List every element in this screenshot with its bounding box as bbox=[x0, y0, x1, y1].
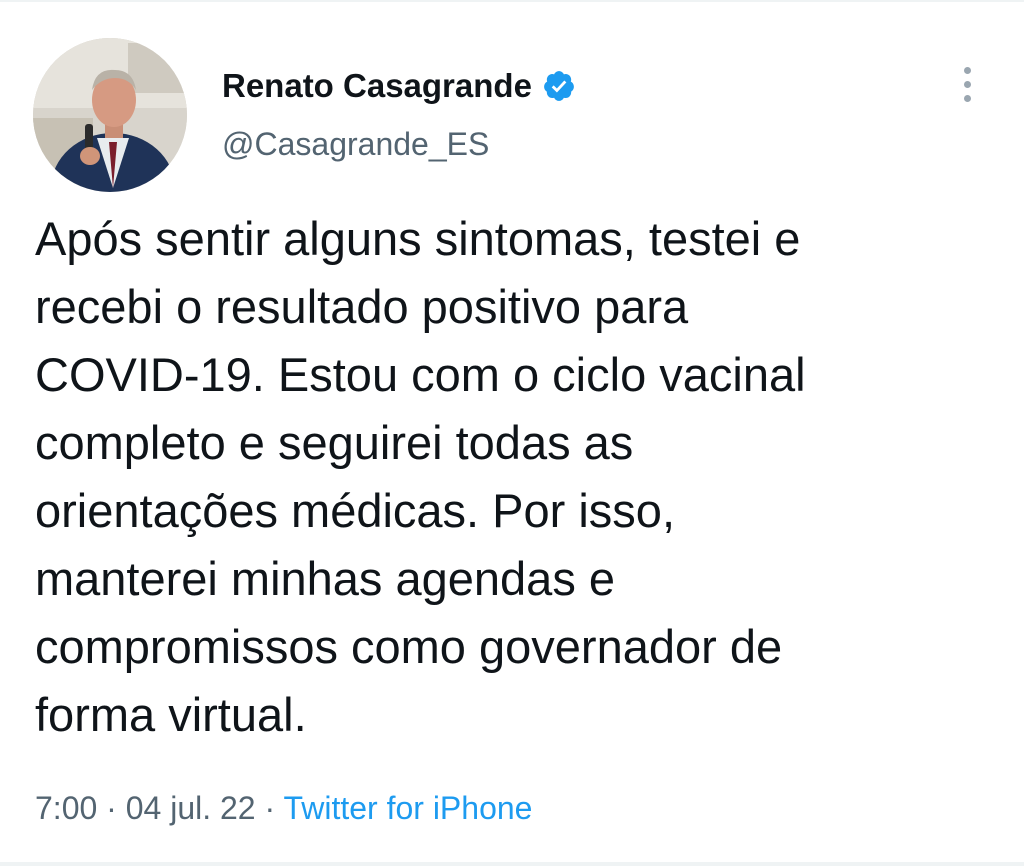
author-display-name[interactable]: Renato Casagrande bbox=[222, 66, 532, 106]
avatar[interactable] bbox=[33, 38, 187, 192]
tweet-source-link[interactable]: Twitter for iPhone bbox=[283, 790, 532, 826]
bottom-divider bbox=[0, 862, 1024, 866]
tweet-metadata: 7:00 · 04 jul. 22 · Twitter for iPhone bbox=[35, 786, 532, 830]
verified-badge-icon bbox=[542, 69, 576, 103]
more-dot bbox=[963, 80, 971, 88]
top-divider bbox=[0, 0, 1024, 2]
author-handle[interactable]: @Casagrande_ES bbox=[222, 124, 489, 164]
more-options-icon[interactable] bbox=[950, 62, 984, 106]
author-name-row[interactable]: Renato Casagrande bbox=[222, 66, 576, 106]
meta-separator: · bbox=[264, 790, 276, 826]
avatar-photo bbox=[33, 38, 187, 192]
more-dot bbox=[963, 66, 971, 74]
tweet-time[interactable]: 7:00 bbox=[35, 790, 97, 826]
tweet-text: Após sentir alguns sintomas, testei e re… bbox=[35, 212, 806, 741]
tweet-date[interactable]: 04 jul. 22 bbox=[126, 790, 256, 826]
meta-separator: · bbox=[106, 790, 117, 826]
more-dot bbox=[963, 94, 971, 102]
